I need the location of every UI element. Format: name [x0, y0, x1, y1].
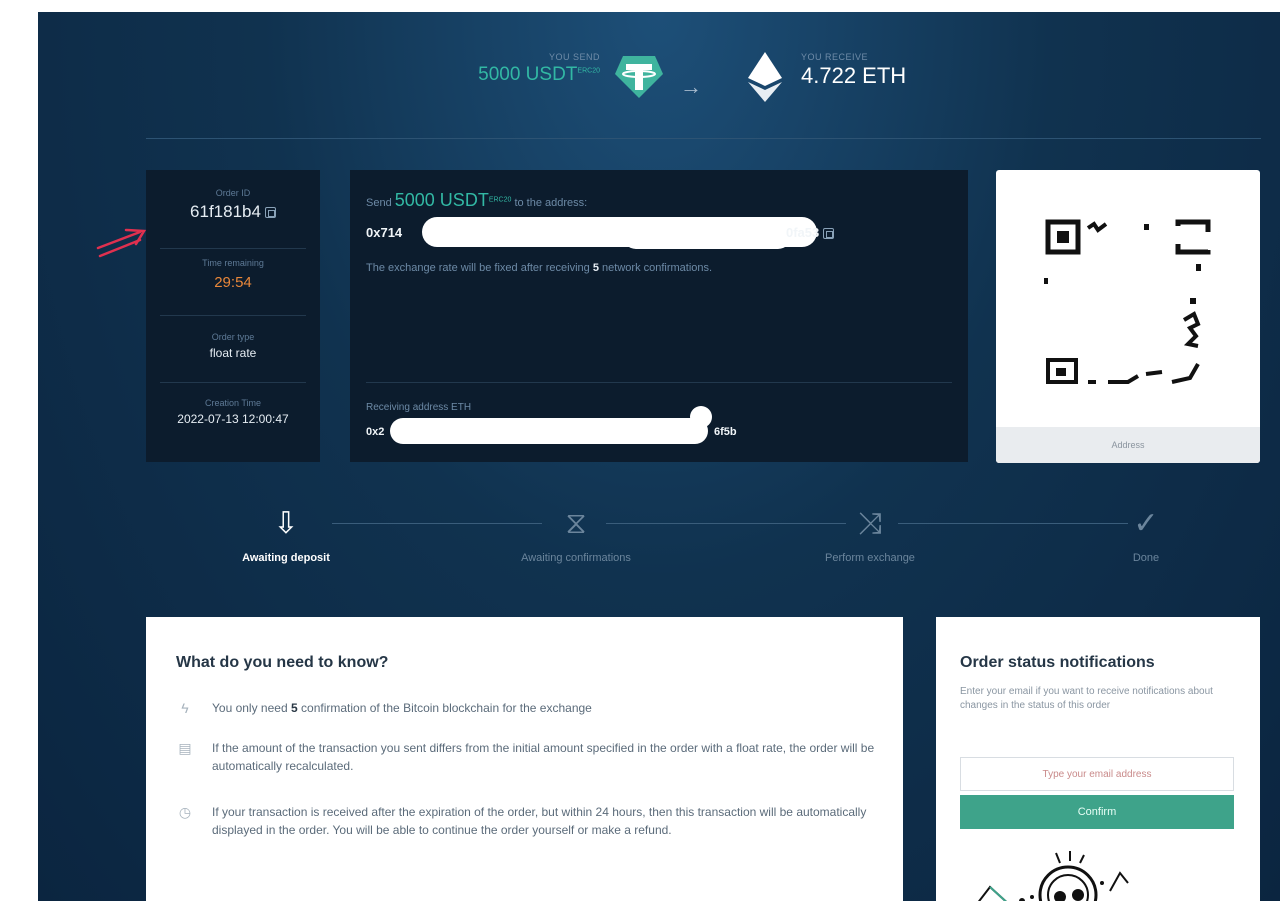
info-item-suffix: confirmation of the Bitcoin blockchain f… [301, 701, 592, 715]
download-icon: ⇩ [273, 507, 299, 540]
send-summary: YOU SEND 5000 USDTERC20 [478, 52, 600, 90]
step-awaiting-confirmations: ⧖ Awaiting confirmations [466, 504, 686, 564]
receive-summary: YOU RECEIVE 4.722 ETH [801, 52, 906, 93]
send-amount: 5000 USDTERC20 [478, 64, 600, 86]
step-awaiting-deposit: ⇩ Awaiting deposit [176, 504, 396, 564]
rate-fix-note-suffix: network confirmations. [602, 262, 713, 274]
qr-code-panel: Address [996, 170, 1260, 463]
document-icon: ▤ [178, 740, 192, 756]
receiving-address-caption: Receiving address ETH [366, 402, 472, 413]
info-divider [160, 248, 306, 249]
send-caption: YOU SEND [548, 52, 600, 62]
redaction-mark [622, 221, 792, 249]
step-label: Done [1132, 552, 1160, 564]
step-done: ✓ Done [1036, 504, 1256, 564]
info-divider [160, 382, 306, 383]
rate-fix-note-prefix: The exchange rate will be fixed after re… [366, 262, 590, 274]
copy-icon[interactable] [823, 228, 835, 240]
send-instruction-network: ERC20 [488, 196, 512, 204]
step-label: Awaiting confirmations [521, 552, 631, 564]
copy-icon[interactable] [264, 207, 276, 219]
hourglass-icon: ⧖ [565, 507, 587, 540]
deposit-address-end[interactable]: 0fa53 [786, 225, 835, 240]
info-card: What do you need to know? ϟ You only nee… [146, 617, 903, 901]
step-perform-exchange: ⤨ Perform exchange [760, 504, 980, 564]
info-item-count: 5 [290, 701, 298, 715]
ethereum-icon [748, 52, 782, 102]
redaction-mark [390, 418, 708, 444]
send-instruction-amount: 5000 USDT [394, 190, 489, 210]
time-remaining-caption: Time remaining [202, 258, 264, 268]
info-item-text: If the amount of the transaction you sen… [212, 741, 875, 773]
header-divider [146, 138, 1261, 139]
exchange-progress: ⇩ Awaiting deposit ⧖ Awaiting confirmati… [146, 492, 1261, 582]
deposit-address-end-text: 0fa53 [786, 225, 820, 240]
receiving-address-start: 0x2 [366, 426, 385, 438]
send-instruction-prefix: Send [366, 197, 392, 209]
rate-fix-note: The exchange rate will be fixed after re… [366, 262, 712, 274]
order-type-block: Order type float rate [156, 332, 310, 360]
info-item-float-rate: ▤ If the amount of the transaction you s… [176, 739, 876, 775]
check-icon: ✓ [1133, 507, 1159, 540]
order-id-caption: Order ID [215, 188, 251, 198]
clock-icon: ◷ [178, 804, 192, 820]
send-network-badge: ERC20 [577, 67, 600, 75]
info-item-expiration: ◷ If your transaction is received after … [176, 803, 876, 839]
creation-time-caption: Creation Time [204, 398, 262, 408]
order-type-value: float rate [209, 346, 257, 360]
send-instruction-suffix: to the address: [514, 197, 588, 209]
qr-code-image [1044, 219, 1211, 384]
deposit-address-start[interactable]: 0x714 [366, 225, 402, 240]
send-instruction: Send 5000 USDTERC20 to the address: [366, 190, 587, 211]
order-type-caption: Order type [211, 332, 255, 342]
order-info-panel: Order ID 61f181b4 Time remaining 29:54 O… [146, 170, 320, 462]
email-input[interactable] [960, 757, 1234, 791]
info-card-title: What do you need to know? [176, 654, 389, 671]
time-remaining-block: Time remaining 29:54 [156, 258, 310, 291]
qr-footer-label: Address [996, 427, 1260, 463]
annotation-arrow-icon [96, 228, 147, 258]
exchange-summary-header: YOU SEND 5000 USDTERC20 → YOU RECEIVE 4.… [38, 12, 1280, 142]
info-item-confirmations: ϟ You only need 5 confirmation of the Bi… [176, 699, 876, 717]
creation-time-block: Creation Time 2022-07-13 12:00:47 [148, 398, 318, 426]
creation-time-value: 2022-07-13 12:00:47 [177, 412, 289, 426]
time-remaining-value: 29:54 [214, 274, 252, 291]
notifications-description: Enter your email if you want to receive … [960, 686, 1213, 711]
order-id-block: Order ID 61f181b4 [156, 188, 310, 222]
address-divider [366, 382, 952, 383]
lightning-icon: ϟ [181, 700, 189, 716]
step-label: Awaiting deposit [242, 552, 330, 564]
info-item-text: If your transaction is received after th… [212, 805, 867, 837]
notifications-title: Order status notifications [960, 654, 1155, 671]
notifications-card: Order status notifications Enter your em… [936, 617, 1260, 901]
receive-amount: 4.722 ETH [801, 63, 907, 88]
shuffle-icon: ⤨ [858, 507, 882, 540]
rate-fix-note-count: 5 [592, 262, 599, 274]
deposit-address-panel: Send 5000 USDTERC20 to the address: 0x71… [350, 170, 968, 462]
order-id-value: 61f181b4 [156, 202, 310, 222]
order-id-text: 61f181b4 [190, 202, 261, 221]
send-amount-value: 5000 USDT [478, 64, 578, 85]
step-label: Perform exchange [825, 552, 915, 564]
exchange-arrow-icon: → [680, 74, 702, 99]
exchange-order-page: YOU SEND 5000 USDTERC20 → YOU RECEIVE 4.… [38, 12, 1280, 901]
info-item-prefix: You only need [212, 701, 288, 715]
tether-icon [615, 56, 663, 98]
receive-caption: YOU RECEIVE [801, 52, 869, 62]
confirm-button[interactable]: Confirm [960, 795, 1234, 829]
info-divider [160, 315, 306, 316]
robot-illustration [977, 851, 1129, 901]
redaction-mark [690, 406, 712, 428]
info-item-text: You only need 5 confirmation of the Bitc… [212, 699, 876, 717]
receiving-address-end: 6f5b [714, 426, 737, 438]
